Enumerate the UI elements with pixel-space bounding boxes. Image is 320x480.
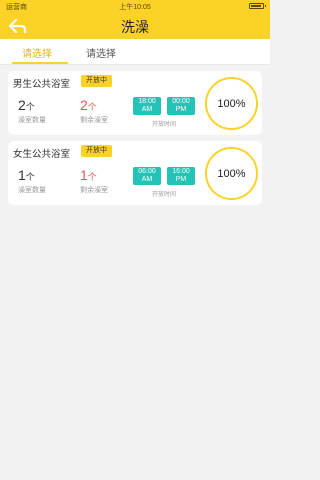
open-start-time: 18:00 AM (133, 97, 161, 115)
stat-total-rooms: 1个 澡室数量 (18, 167, 64, 195)
total-label: 澡室数量 (18, 187, 46, 194)
status-time: 上午10:05 (119, 4, 151, 11)
tab-bar: 请选择 请选择 (0, 39, 270, 65)
start-time-ampm: AM (141, 176, 153, 183)
bathroom-card-female[interactable]: 女生公共浴室 开放中 1个 澡室数量 1个 剩余澡室 06:00 AM 16:0… (8, 141, 262, 205)
status-badge: 开放中 (81, 75, 112, 87)
battery-icon (249, 3, 266, 9)
open-start-time: 06:00 AM (133, 167, 161, 185)
remain-count: 2 (80, 97, 88, 113)
total-unit: 个 (25, 102, 35, 112)
status-bar: 运营商 上午10:05 (0, 0, 270, 12)
total-count: 2 (18, 97, 26, 113)
card-title: 女生公共浴室 (13, 149, 71, 160)
end-time-ampm: PM (175, 106, 187, 113)
availability-percent: 100% (217, 167, 246, 180)
start-time-value: 06:00 (138, 168, 156, 175)
total-count: 1 (18, 167, 26, 183)
stat-remaining-rooms: 1个 剩余澡室 (80, 167, 126, 195)
end-time-ampm: PM (175, 176, 187, 183)
end-time-value: 16:00 (172, 168, 190, 175)
start-time-value: 18:00 (138, 98, 156, 105)
bathroom-card-male[interactable]: 男生公共浴室 开放中 2个 澡室数量 2个 剩余澡室 18:00 AM 00:0… (8, 71, 262, 135)
open-time-label: 开放时间 (151, 192, 176, 198)
status-badge: 开放中 (81, 145, 112, 157)
header-bar: 运营商 上午10:05 洗澡 (0, 0, 270, 39)
remain-unit: 个 (87, 102, 97, 112)
page-title: 洗澡 (121, 19, 149, 35)
total-unit: 个 (25, 172, 35, 182)
tab-select-2[interactable]: 请选择 (86, 45, 116, 60)
tab-active-indicator (12, 62, 68, 64)
availability-percent: 100% (217, 97, 246, 110)
card-title: 男生公共浴室 (13, 79, 71, 90)
stat-total-rooms: 2个 澡室数量 (18, 97, 64, 125)
open-time-label: 开放时间 (151, 122, 176, 128)
nav-row: 洗澡 (0, 14, 270, 38)
end-time-value: 00:00 (172, 98, 190, 105)
remain-unit: 个 (87, 172, 97, 182)
total-label: 澡室数量 (18, 117, 46, 124)
tab-select-1[interactable]: 请选择 (22, 45, 52, 60)
open-end-time: 00:00 PM (167, 97, 195, 115)
open-end-time: 16:00 PM (167, 167, 195, 185)
remain-label: 剩余澡室 (80, 187, 108, 194)
availability-circle: 100% (205, 77, 258, 130)
remain-count: 1 (80, 167, 88, 183)
remain-label: 剩余澡室 (80, 117, 108, 124)
stat-remaining-rooms: 2个 剩余澡室 (80, 97, 126, 125)
start-time-ampm: AM (141, 106, 153, 113)
availability-circle: 100% (205, 147, 258, 200)
